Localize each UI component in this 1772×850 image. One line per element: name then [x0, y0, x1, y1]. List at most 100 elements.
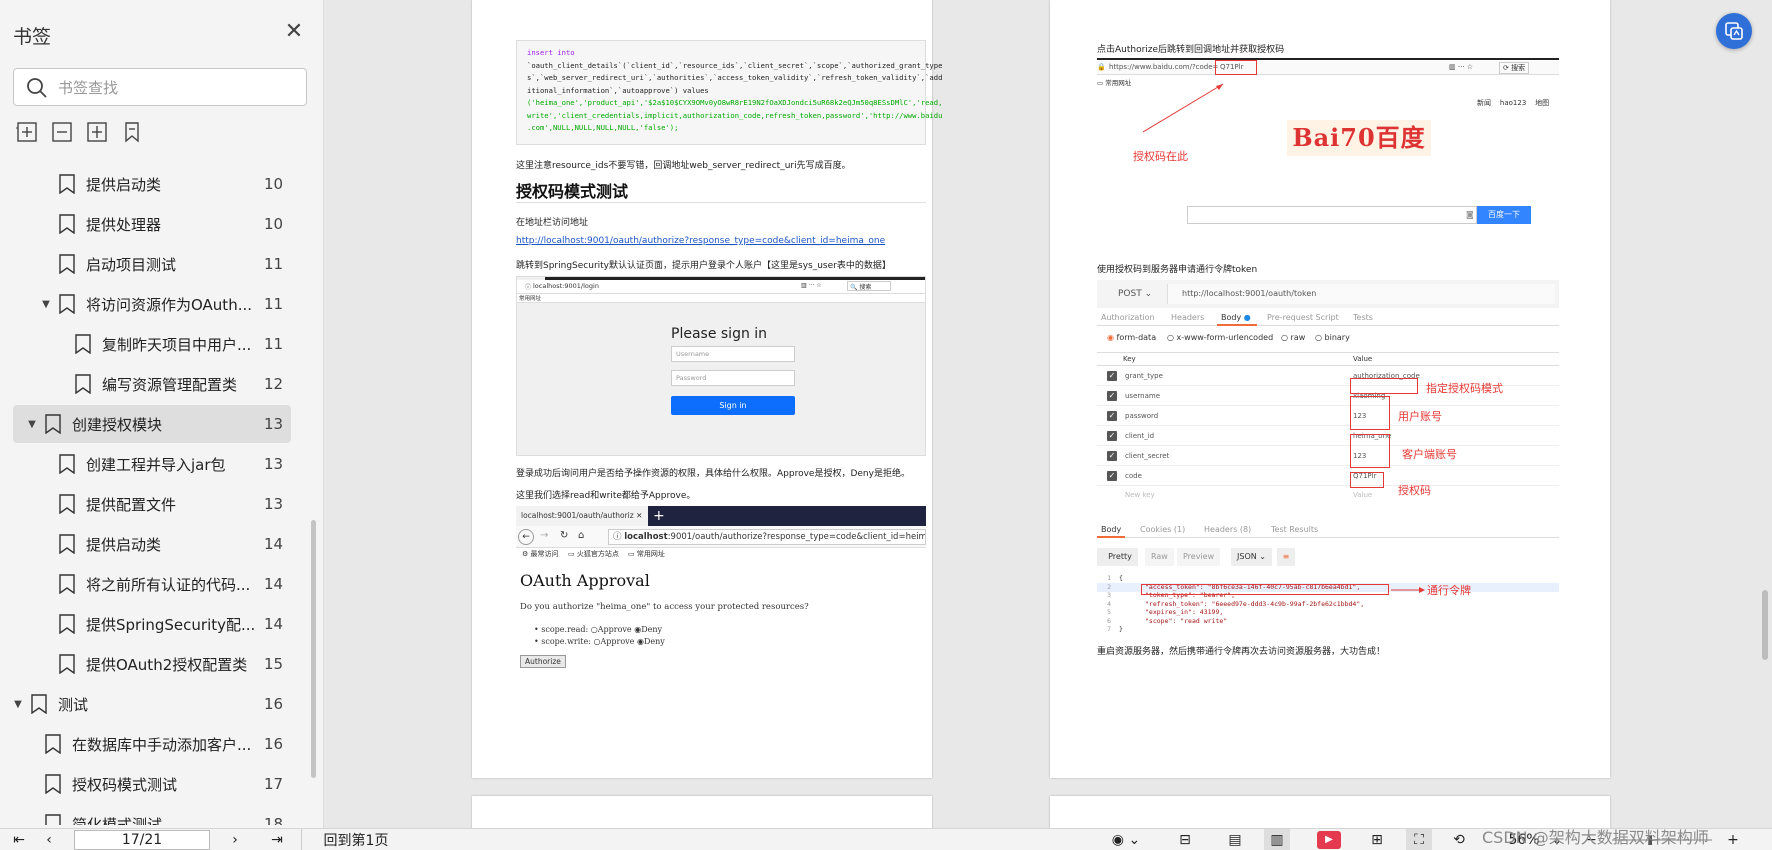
next-page-icon[interactable]: › [224, 829, 246, 850]
view-raw-button[interactable]: Raw [1145, 548, 1174, 566]
sidebar-scrollbar[interactable] [311, 520, 316, 778]
expand-caret-icon[interactable]: ▼ [26, 419, 38, 430]
request-url[interactable]: http://localhost:9001/oauth/token [1167, 284, 1555, 304]
checkbox-checked-icon[interactable]: ✓ [1107, 451, 1117, 461]
scroll-mode-icon[interactable]: ⊟ [1172, 829, 1198, 850]
last-page-icon[interactable]: ⇥ [266, 829, 288, 850]
zoom-in-icon[interactable]: + [1722, 829, 1744, 850]
bookmark-item[interactable]: 将之前所有认证的代码... 14 [0, 565, 300, 603]
add-bookmark-icon[interactable] [83, 118, 111, 146]
radio-binary[interactable]: ○ binary [1315, 333, 1350, 342]
bookmark-item[interactable]: 提供配置文件 13 [0, 485, 300, 523]
back-to-first-page-button[interactable]: 回到第1页 [316, 829, 396, 850]
bookmark-item[interactable]: ▼ 测试 16 [0, 685, 300, 723]
resp-tab-tests[interactable]: Test Results [1271, 525, 1318, 534]
checkbox-checked-icon[interactable]: ✓ [1107, 371, 1117, 381]
param-key[interactable]: client_id [1125, 432, 1154, 440]
expand-caret-icon[interactable]: ▼ [40, 299, 52, 310]
single-page-icon[interactable]: ▤ [1222, 829, 1248, 850]
bookmark-label: 提供配置文件 [86, 495, 177, 514]
bookmark-item[interactable]: ▼ 创建授权模块 13 [13, 405, 291, 443]
username-field[interactable]: Username [671, 346, 795, 362]
resp-tab-cookies[interactable]: Cookies (1) [1140, 525, 1185, 534]
bookmark-item[interactable]: 在数据库中手动添加客户... 16 [0, 725, 300, 763]
radio-deny-selected[interactable]: ◉ [637, 637, 644, 646]
checkbox-checked-icon[interactable]: ✓ [1107, 431, 1117, 441]
param-key[interactable]: client_secret [1125, 452, 1169, 460]
bookmark-item[interactable]: 提供SpringSecurity配... 14 [0, 605, 300, 643]
bookmark-item[interactable]: 复制昨天项目中用户... 11 [0, 325, 300, 363]
bookmark-search-input[interactable] [58, 76, 298, 100]
checkbox-checked-icon[interactable]: ✓ [1107, 471, 1117, 481]
prev-page-icon[interactable]: ‹ [38, 829, 60, 850]
bookmark-item[interactable]: 授权码模式测试 17 [0, 765, 300, 803]
bookmark-label: 简化模式测试 [72, 815, 163, 826]
page-number-input[interactable] [74, 830, 210, 850]
bookmark-item[interactable]: 编写资源管理配置类 12 [0, 365, 300, 403]
rotate-icon[interactable]: ⟲ [1446, 829, 1472, 850]
new-key-placeholder[interactable]: New key [1125, 491, 1155, 499]
tab-headers[interactable]: Headers [1171, 313, 1204, 322]
bookmark-icon [58, 454, 76, 475]
tab-body[interactable]: Body ● [1221, 313, 1251, 322]
param-key[interactable]: username [1125, 392, 1160, 400]
wrap-icon[interactable]: ≡ [1277, 548, 1295, 566]
back-icon: ← [518, 529, 534, 545]
method-select[interactable]: POST ⌄ [1101, 284, 1159, 304]
radio-raw[interactable]: ○ raw [1281, 333, 1305, 342]
bookmark-sidebar: 书签 ✕ 提供启动类 10 提供处理器 10 启动项目测试 11 ▼ 将访问资源作为OAuth… [0, 0, 324, 828]
view-pretty-button[interactable]: Pretty [1097, 548, 1138, 566]
tab-tests[interactable]: Tests [1353, 313, 1373, 322]
bookmark-item[interactable]: 创建工程并导入jar包 13 [0, 445, 300, 483]
resp-tab-body[interactable]: Body [1101, 525, 1121, 534]
baidu-search-button[interactable]: 百度一下 [1477, 206, 1531, 224]
signin-button[interactable]: Sign in [671, 396, 795, 415]
checkbox-checked-icon[interactable]: ✓ [1107, 411, 1117, 421]
browser-address-bar: ⓘ localhost:9001/login ▥ ··· ☆ 🔍 搜索 [517, 280, 925, 294]
password-field[interactable]: Password [671, 370, 795, 386]
resp-tab-headers[interactable]: Headers (8) [1204, 525, 1251, 534]
checkbox-checked-icon[interactable]: ✓ [1107, 391, 1117, 401]
close-icon[interactable]: ✕ [282, 20, 306, 44]
radio-urlencoded[interactable]: ○ x-www-form-urlencoded [1167, 333, 1273, 342]
authorize-url-link[interactable]: http://localhost:9001/oauth/authorize?re… [516, 236, 885, 246]
radio-approve[interactable]: ○ [591, 625, 598, 634]
eye-icon[interactable]: ◉ ⌄ [1106, 829, 1146, 850]
top-link[interactable]: hao123 [1500, 99, 1526, 107]
param-key[interactable]: password [1125, 412, 1158, 420]
collapse-all-icon[interactable] [48, 118, 76, 146]
fit-width-icon[interactable]: ⊞ [1364, 829, 1390, 850]
baidu-search-input[interactable]: ◙ [1187, 206, 1477, 224]
fit-page-icon[interactable]: ⛶ [1406, 829, 1432, 850]
bookmark-item[interactable]: 提供OAuth2授权配置类 15 [0, 645, 300, 683]
expand-caret-icon[interactable]: ▼ [12, 699, 24, 710]
document-scrollbar[interactable] [1762, 590, 1768, 660]
bookmark-icon[interactable] [118, 118, 146, 146]
top-link[interactable]: 地图 [1535, 99, 1549, 107]
view-preview-button[interactable]: Preview [1177, 548, 1221, 566]
bookmark-item[interactable]: ▼ 将访问资源作为OAuth... 11 [0, 285, 300, 323]
authorize-button[interactable]: Authorize [520, 655, 566, 668]
first-page-icon[interactable]: ⇤ [8, 829, 30, 850]
param-key[interactable]: code [1125, 472, 1142, 480]
annotation-arrow [1142, 83, 1224, 133]
bookmark-item[interactable]: 提供处理器 10 [0, 205, 300, 243]
double-page-icon[interactable]: ▥ [1264, 829, 1290, 850]
bookmark-item[interactable]: 提供启动类 14 [0, 525, 300, 563]
play-icon[interactable]: ▶ [1316, 829, 1342, 850]
tab-authorization[interactable]: Authorization [1101, 313, 1155, 322]
new-value-placeholder[interactable]: Value [1353, 491, 1372, 499]
format-select[interactable]: JSON ⌄ [1231, 548, 1272, 566]
expand-all-icon[interactable] [13, 118, 41, 146]
radio-form-data[interactable]: ◉ form-data [1107, 333, 1156, 342]
tab-prerequest[interactable]: Pre-request Script [1267, 313, 1339, 322]
bookmark-item[interactable]: 简化模式测试 18 [0, 805, 300, 825]
bookmark-item[interactable]: 启动项目测试 11 [0, 245, 300, 283]
bookmark-item[interactable]: 提供启动类 10 [0, 165, 300, 203]
translate-icon[interactable] [1716, 13, 1752, 49]
bookmark-label: ▭ 火狐官方站点 [568, 550, 619, 558]
bookmark-label: 提供启动类 [86, 175, 162, 194]
param-key[interactable]: grant_type [1125, 372, 1163, 380]
top-link[interactable]: 新闻 [1477, 99, 1491, 107]
bookmark-page-number: 14 [264, 535, 284, 553]
